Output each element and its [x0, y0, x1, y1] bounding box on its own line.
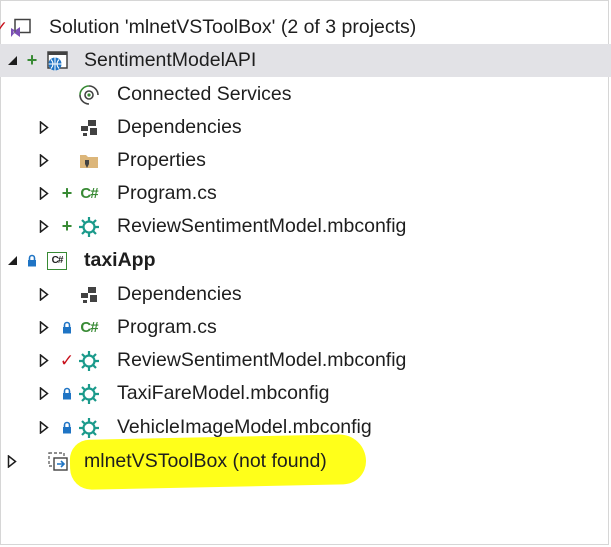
tree-row-taxi-app[interactable]: C# taxiApp [0, 244, 611, 277]
expand-triangle-icon[interactable] [37, 411, 51, 444]
csharp-project-icon: C# [45, 244, 69, 277]
collapse-triangle-icon[interactable] [5, 244, 19, 277]
tree-row-taxi-fare-model[interactable]: TaxiFareModel.mbconfig [0, 377, 611, 410]
tree-row-review-model[interactable]: ✓ ReviewSentimentModel.mbconfig [0, 344, 611, 377]
expand-triangle-icon[interactable] [37, 278, 51, 311]
project-label-taxi-app: taxiApp [84, 249, 156, 271]
lock-icon [60, 411, 74, 444]
dependencies-label: Dependencies [117, 283, 242, 305]
project-label-sentiment-api: SentimentModelAPI [84, 49, 257, 71]
tree-row-program-cs[interactable]: + C# Program.cs [0, 177, 611, 210]
csharp-file-icon: C# [80, 319, 98, 336]
tree-row-solution[interactable]: ✓ Solution 'mlnetVSToolBox' (2 of 3 proj… [0, 11, 611, 44]
tree-row-review-model[interactable]: + ReviewSentimentModel.mbconfig [0, 210, 611, 243]
web-project-icon [45, 44, 69, 77]
lock-icon [25, 244, 39, 277]
solution-label: Solution 'mlnetVSToolBox' (2 of 3 projec… [49, 16, 417, 38]
tree-row-properties[interactable]: Properties [0, 144, 611, 177]
expand-triangle-icon[interactable] [37, 144, 51, 177]
tree-row-program-cs[interactable]: C# Program.cs [0, 311, 611, 344]
connected-services-label: Connected Services [117, 83, 292, 105]
review-model-label: ReviewSentimentModel.mbconfig [117, 215, 407, 237]
unloaded-project-icon [45, 445, 69, 478]
connected-services-icon [77, 78, 101, 111]
dependencies-icon [77, 278, 101, 311]
tree-row-connected-services[interactable]: Connected Services [0, 78, 611, 111]
expand-triangle-icon[interactable] [37, 111, 51, 144]
dependencies-label: Dependencies [117, 116, 242, 138]
mbconfig-gear-icon [77, 377, 101, 410]
tree-row-dependencies[interactable]: Dependencies [0, 111, 611, 144]
checkmark-icon: ✓ [59, 350, 75, 370]
expand-triangle-icon[interactable] [37, 377, 51, 410]
review-model-label: ReviewSentimentModel.mbconfig [117, 349, 407, 371]
plus-icon: + [61, 183, 73, 203]
vs-solution-icon [9, 11, 33, 44]
collapse-triangle-icon[interactable] [5, 44, 19, 77]
expand-triangle-icon[interactable] [37, 177, 51, 210]
program-cs-label: Program.cs [117, 316, 217, 338]
csharp-file-icon: C# [80, 185, 98, 202]
dependencies-icon [77, 111, 101, 144]
properties-label: Properties [117, 149, 206, 171]
tree-row-sentiment-api[interactable]: + SentimentModelAPI [0, 44, 611, 77]
expand-triangle-icon[interactable] [37, 344, 51, 377]
tree-row-unloaded-project[interactable]: mlnetVSToolBox (not found) [0, 445, 611, 478]
plus-icon: + [26, 50, 38, 70]
lock-icon [60, 377, 74, 410]
expand-triangle-icon[interactable] [5, 445, 19, 478]
mbconfig-gear-icon [77, 344, 101, 377]
plus-icon: + [61, 216, 73, 236]
expand-triangle-icon[interactable] [37, 210, 51, 243]
tree-row-dependencies[interactable]: Dependencies [0, 278, 611, 311]
tree-row-vehicle-image-model[interactable]: VehicleImageModel.mbconfig [0, 411, 611, 444]
program-cs-label: Program.cs [117, 182, 217, 204]
mbconfig-gear-icon [77, 210, 101, 243]
unloaded-project-label: mlnetVSToolBox (not found) [84, 450, 327, 472]
expand-triangle-icon[interactable] [37, 311, 51, 344]
lock-icon [60, 311, 74, 344]
properties-folder-icon [77, 144, 101, 177]
taxi-fare-model-label: TaxiFareModel.mbconfig [117, 382, 330, 404]
mbconfig-gear-icon [77, 411, 101, 444]
checkmark-icon: ✓ [0, 17, 9, 37]
vehicle-image-model-label: VehicleImageModel.mbconfig [117, 416, 372, 438]
